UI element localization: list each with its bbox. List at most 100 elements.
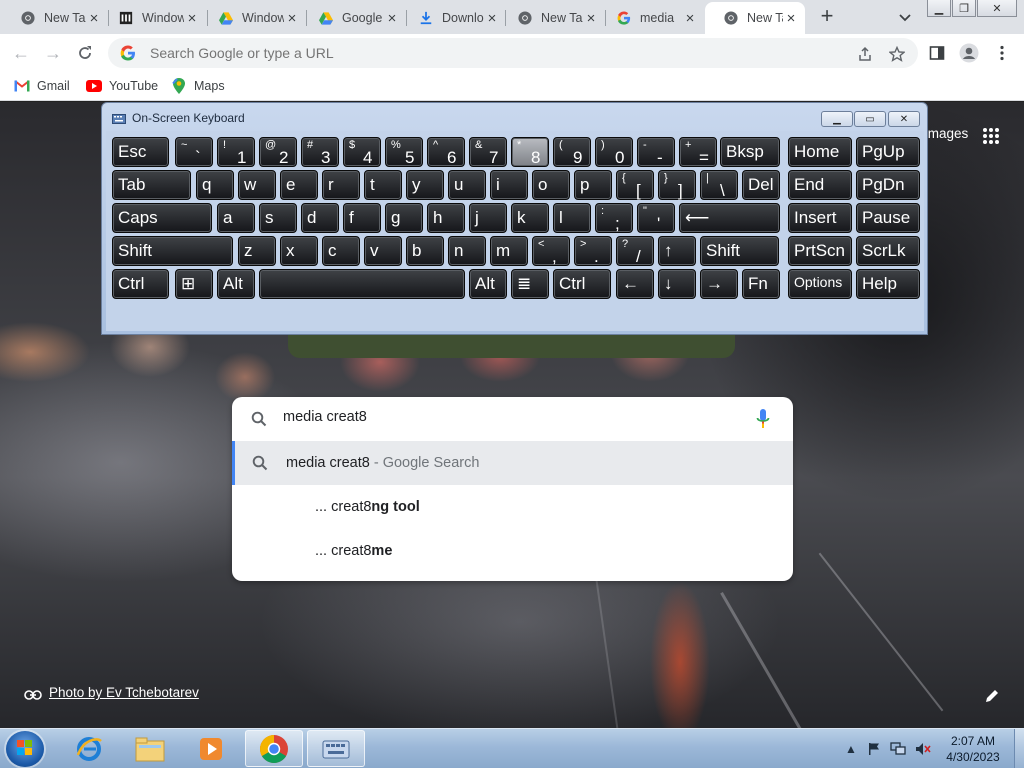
osk-key-5[interactable]: % 5	[385, 137, 423, 167]
osk-key-pause[interactable]: Pause	[856, 203, 920, 233]
media-player-icon[interactable]	[182, 730, 240, 767]
osk-key-2[interactable]: @2	[259, 137, 297, 167]
osk-key-w[interactable]: w	[238, 170, 276, 200]
osk-key-q[interactable]: q	[196, 170, 234, 200]
osk-key-[interactable]: ⊞	[175, 269, 213, 299]
share-icon[interactable]	[856, 45, 874, 63]
osk-key-v[interactable]: v	[364, 236, 402, 266]
browser-tab[interactable]: New Tab ×	[499, 2, 605, 34]
osk-key-end[interactable]: End	[788, 170, 852, 200]
osk-key-i[interactable]: i	[490, 170, 528, 200]
osk-key-k[interactable]: k	[511, 203, 549, 233]
suggestion-item[interactable]: ... creat8ng tool	[232, 485, 793, 529]
osk-key-home[interactable]: Home	[788, 137, 852, 167]
osk-minimize-button[interactable]: ▁	[821, 111, 853, 127]
osk-key-pgdn[interactable]: PgDn	[856, 170, 920, 200]
osk-key-[interactable]: ≣	[511, 269, 549, 299]
address-bar[interactable]	[108, 38, 918, 68]
osk-key-x[interactable]: x	[280, 236, 318, 266]
osk-key-m[interactable]: m	[490, 236, 528, 266]
osk-key-a[interactable]: a	[217, 203, 255, 233]
show-hidden-icons-icon[interactable]: ▲	[843, 741, 859, 757]
pencil-icon[interactable]	[984, 688, 1000, 704]
osk-key-[interactable]: + =	[679, 137, 717, 167]
suggestion-item[interactable]: ... creat8me	[232, 529, 793, 573]
osk-key-[interactable]: ⟵	[679, 203, 780, 233]
osk-title-bar[interactable]: On-Screen Keyboard	[112, 111, 245, 125]
close-tab-icon[interactable]: ×	[384, 10, 400, 27]
close-tab-icon[interactable]: ×	[484, 10, 500, 27]
browser-tab-active[interactable]: New Tab ×	[705, 2, 805, 34]
osk-key-[interactable]: ~ `	[175, 137, 213, 167]
osk-key-space[interactable]	[259, 269, 465, 299]
back-button[interactable]: ←	[10, 42, 32, 64]
close-tab-icon[interactable]: ×	[284, 10, 300, 27]
osk-key-b[interactable]: b	[406, 236, 444, 266]
osk-key-pgup[interactable]: PgUp	[856, 137, 920, 167]
osk-key-options[interactable]: Options	[788, 269, 852, 299]
osk-key-c[interactable]: c	[322, 236, 360, 266]
osk-maximize-button[interactable]: ▭	[854, 111, 886, 127]
osk-key-d[interactable]: d	[301, 203, 339, 233]
osk-key-[interactable]: <,	[532, 236, 570, 266]
osk-key-[interactable]: ? /	[616, 236, 654, 266]
browser-tab[interactable]: Google ×	[300, 2, 406, 34]
close-tab-icon[interactable]: ×	[583, 10, 599, 27]
bookmark-star-icon[interactable]	[888, 45, 906, 63]
osk-key-f[interactable]: f	[343, 203, 381, 233]
osk-key-r[interactable]: r	[322, 170, 360, 200]
suggestion-item[interactable]: media creat8 - Google Search	[232, 441, 793, 485]
photo-credit-link[interactable]: Photo by Ev Tchebotarev	[24, 685, 199, 700]
browser-tab[interactable]: New Tab ×	[2, 2, 108, 34]
osk-key-help[interactable]: Help	[856, 269, 920, 299]
browser-tab[interactable]: Windows ×	[200, 2, 306, 34]
ie-icon[interactable]	[60, 730, 118, 767]
osk-key-alt[interactable]: Alt	[469, 269, 507, 299]
osk-key-caps[interactable]: Caps	[112, 203, 212, 233]
osk-key-8[interactable]: * 8	[511, 137, 549, 167]
address-input[interactable]	[150, 45, 830, 61]
bookmark-maps[interactable]: Maps	[171, 77, 225, 95]
chevron-down-icon[interactable]	[896, 8, 914, 26]
osk-key-y[interactable]: y	[406, 170, 444, 200]
forward-button[interactable]: →	[42, 42, 64, 64]
osk-key-bksp[interactable]: Bksp	[720, 137, 780, 167]
osk-key-e[interactable]: e	[280, 170, 318, 200]
start-button[interactable]	[6, 731, 44, 767]
osk-key-s[interactable]: s	[259, 203, 297, 233]
osk-key-0[interactable]: ) 0	[595, 137, 633, 167]
osk-key-g[interactable]: g	[385, 203, 423, 233]
action-center-flag-icon[interactable]	[866, 741, 882, 757]
osk-key-4[interactable]: $4	[343, 137, 381, 167]
osk-key-6[interactable]: ^ 6	[427, 137, 465, 167]
osk-key-ctrl[interactable]: Ctrl	[112, 269, 169, 299]
osk-key-shift[interactable]: Shift	[700, 236, 779, 266]
osk-key-o[interactable]: o	[532, 170, 570, 200]
osk-key-ctrl[interactable]: Ctrl	[553, 269, 611, 299]
minimize-button[interactable]: ▁	[927, 0, 951, 17]
reload-button[interactable]	[74, 42, 96, 64]
browser-tab[interactable]: Windows ×	[100, 2, 206, 34]
close-tab-icon[interactable]: ×	[682, 10, 698, 27]
profile-avatar-icon[interactable]	[959, 43, 979, 63]
osk-key-[interactable]: --	[637, 137, 675, 167]
explorer-folder-icon[interactable]	[121, 730, 179, 767]
osk-key-1[interactable]: ! 1	[217, 137, 255, 167]
osk-key-9[interactable]: (9	[553, 137, 591, 167]
osk-key-t[interactable]: t	[364, 170, 402, 200]
close-tab-icon[interactable]: ×	[783, 10, 799, 27]
images-link[interactable]: Images	[924, 126, 968, 141]
close-tab-icon[interactable]: ×	[184, 10, 200, 27]
osk-key-p[interactable]: p	[574, 170, 612, 200]
osk-key-shift[interactable]: Shift	[112, 236, 233, 266]
osk-key-[interactable]: :;	[595, 203, 633, 233]
osk-taskbar-icon[interactable]	[307, 730, 365, 767]
osk-key-alt[interactable]: Alt	[217, 269, 255, 299]
google-apps-icon[interactable]	[982, 127, 1000, 145]
bookmark-gmail[interactable]: Gmail	[14, 77, 70, 95]
osk-key-[interactable]: }]	[658, 170, 696, 200]
search-input[interactable]	[283, 409, 733, 425]
osk-key-h[interactable]: h	[427, 203, 465, 233]
chrome-taskbar-icon[interactable]	[245, 730, 303, 767]
osk-key-[interactable]: →	[700, 269, 738, 299]
